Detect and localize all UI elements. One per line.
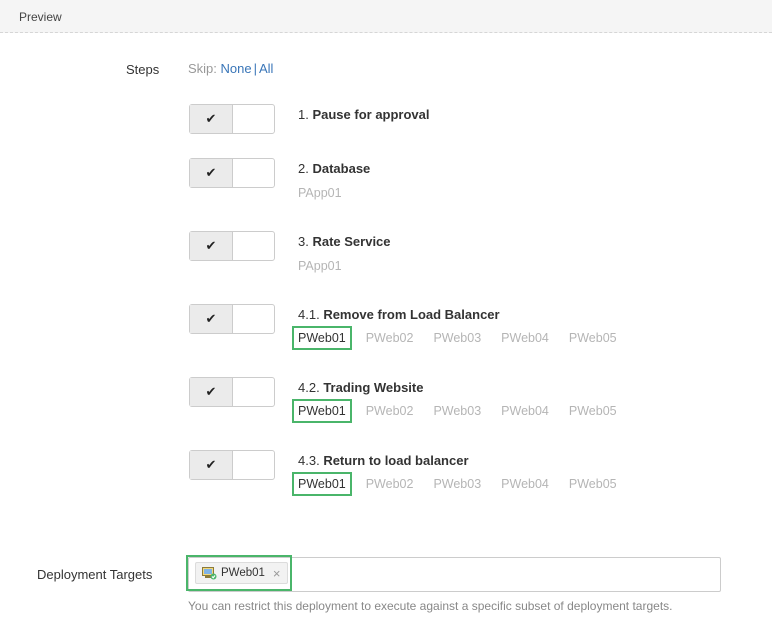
step-number: 4.2.	[298, 380, 320, 395]
step-toggle[interactable]: ✔	[189, 104, 275, 134]
server-check-icon	[202, 566, 217, 580]
step-name: 1. Pause for approval	[298, 107, 430, 122]
step-number: 1.	[298, 107, 309, 122]
step-toggle[interactable]: ✔	[189, 231, 275, 261]
skip-controls: Skip: None | All	[188, 61, 273, 76]
machine-tag-selected[interactable]: PWeb01	[292, 472, 352, 496]
step-name: 4.3. Return to load balancer	[298, 453, 469, 468]
machine-tag[interactable]: PWeb04	[495, 326, 555, 350]
check-icon: ✔	[190, 305, 233, 333]
skip-none-link[interactable]: None	[221, 61, 252, 76]
step-row: ✔ 3. Rate Service PApp01	[188, 231, 748, 291]
step-number: 2.	[298, 161, 309, 176]
deployment-targets-label: Deployment Targets	[37, 567, 153, 582]
check-icon: ✔	[190, 451, 233, 479]
step-row: ✔ 4.3. Return to load balancer PWeb01 PW…	[188, 450, 748, 510]
skip-label: Skip:	[188, 61, 217, 76]
check-icon: ✔	[190, 378, 233, 406]
machine-list: PWeb01 PWeb02 PWeb03 PWeb04 PWeb05	[292, 326, 631, 350]
machine-tag-selected[interactable]: PWeb01	[292, 399, 352, 423]
machine-tag[interactable]: PWeb04	[495, 399, 555, 423]
preview-title: Preview	[19, 10, 62, 24]
chip-label: PWeb01	[221, 567, 265, 579]
step-title: Trading Website	[323, 380, 424, 395]
step-row: ✔ 4.1. Remove from Load Balancer PWeb01 …	[188, 304, 748, 364]
step-toggle[interactable]: ✔	[189, 377, 275, 407]
step-name: 2. Database	[298, 161, 370, 176]
step-name: 3. Rate Service	[298, 234, 391, 249]
machine-list: PWeb01 PWeb02 PWeb03 PWeb04 PWeb05	[292, 472, 631, 496]
machine-tag[interactable]: PWeb05	[563, 472, 623, 496]
machine-tag[interactable]: PWeb02	[360, 326, 420, 350]
machine-tag-selected[interactable]: PWeb01	[292, 326, 352, 350]
step-row: ✔ 1. Pause for approval	[188, 104, 748, 164]
step-row: ✔ 2. Database PApp01	[188, 158, 748, 218]
machine-tag[interactable]: PWeb02	[360, 472, 420, 496]
step-toggle[interactable]: ✔	[189, 450, 275, 480]
skip-all-link[interactable]: All	[259, 61, 273, 76]
machine-tag[interactable]: PWeb03	[427, 472, 487, 496]
machine-tag[interactable]: PWeb05	[563, 326, 623, 350]
step-toggle[interactable]: ✔	[189, 158, 275, 188]
step-title: Rate Service	[312, 234, 391, 249]
step-title: Database	[312, 161, 371, 176]
deployment-targets-help: You can restrict this deployment to exec…	[188, 599, 673, 613]
step-name: 4.1. Remove from Load Balancer	[298, 307, 500, 322]
step-title: Return to load balancer	[323, 453, 469, 468]
step-name: 4.2. Trading Website	[298, 380, 423, 395]
step-toggle[interactable]: ✔	[189, 304, 275, 334]
step-title: Remove from Load Balancer	[323, 307, 500, 322]
check-icon: ✔	[190, 232, 233, 260]
machine-tag[interactable]: PWeb04	[495, 472, 555, 496]
machine-tag[interactable]: PWeb02	[360, 399, 420, 423]
machine-tag[interactable]: PWeb03	[427, 399, 487, 423]
step-number: 3.	[298, 234, 309, 249]
preview-header: Preview	[0, 0, 772, 33]
step-title: Pause for approval	[312, 107, 430, 122]
step-number: 4.1.	[298, 307, 320, 322]
steps-label: Steps	[126, 62, 160, 77]
machine-tag[interactable]: PWeb03	[427, 326, 487, 350]
machine-list: PWeb01 PWeb02 PWeb03 PWeb04 PWeb05	[292, 399, 631, 423]
skip-separator: |	[253, 61, 257, 76]
check-icon: ✔	[190, 159, 233, 187]
deployment-target-chip[interactable]: PWeb01 ×	[195, 562, 288, 584]
machine-tag[interactable]: PWeb05	[563, 399, 623, 423]
step-target: PApp01	[298, 259, 342, 273]
step-target: PApp01	[298, 186, 342, 200]
step-number: 4.3.	[298, 453, 320, 468]
check-icon: ✔	[190, 105, 233, 133]
remove-chip-icon[interactable]: ×	[273, 566, 281, 581]
step-row: ✔ 4.2. Trading Website PWeb01 PWeb02 PWe…	[188, 377, 748, 437]
deployment-target-highlight: PWeb01 ×	[186, 555, 292, 591]
